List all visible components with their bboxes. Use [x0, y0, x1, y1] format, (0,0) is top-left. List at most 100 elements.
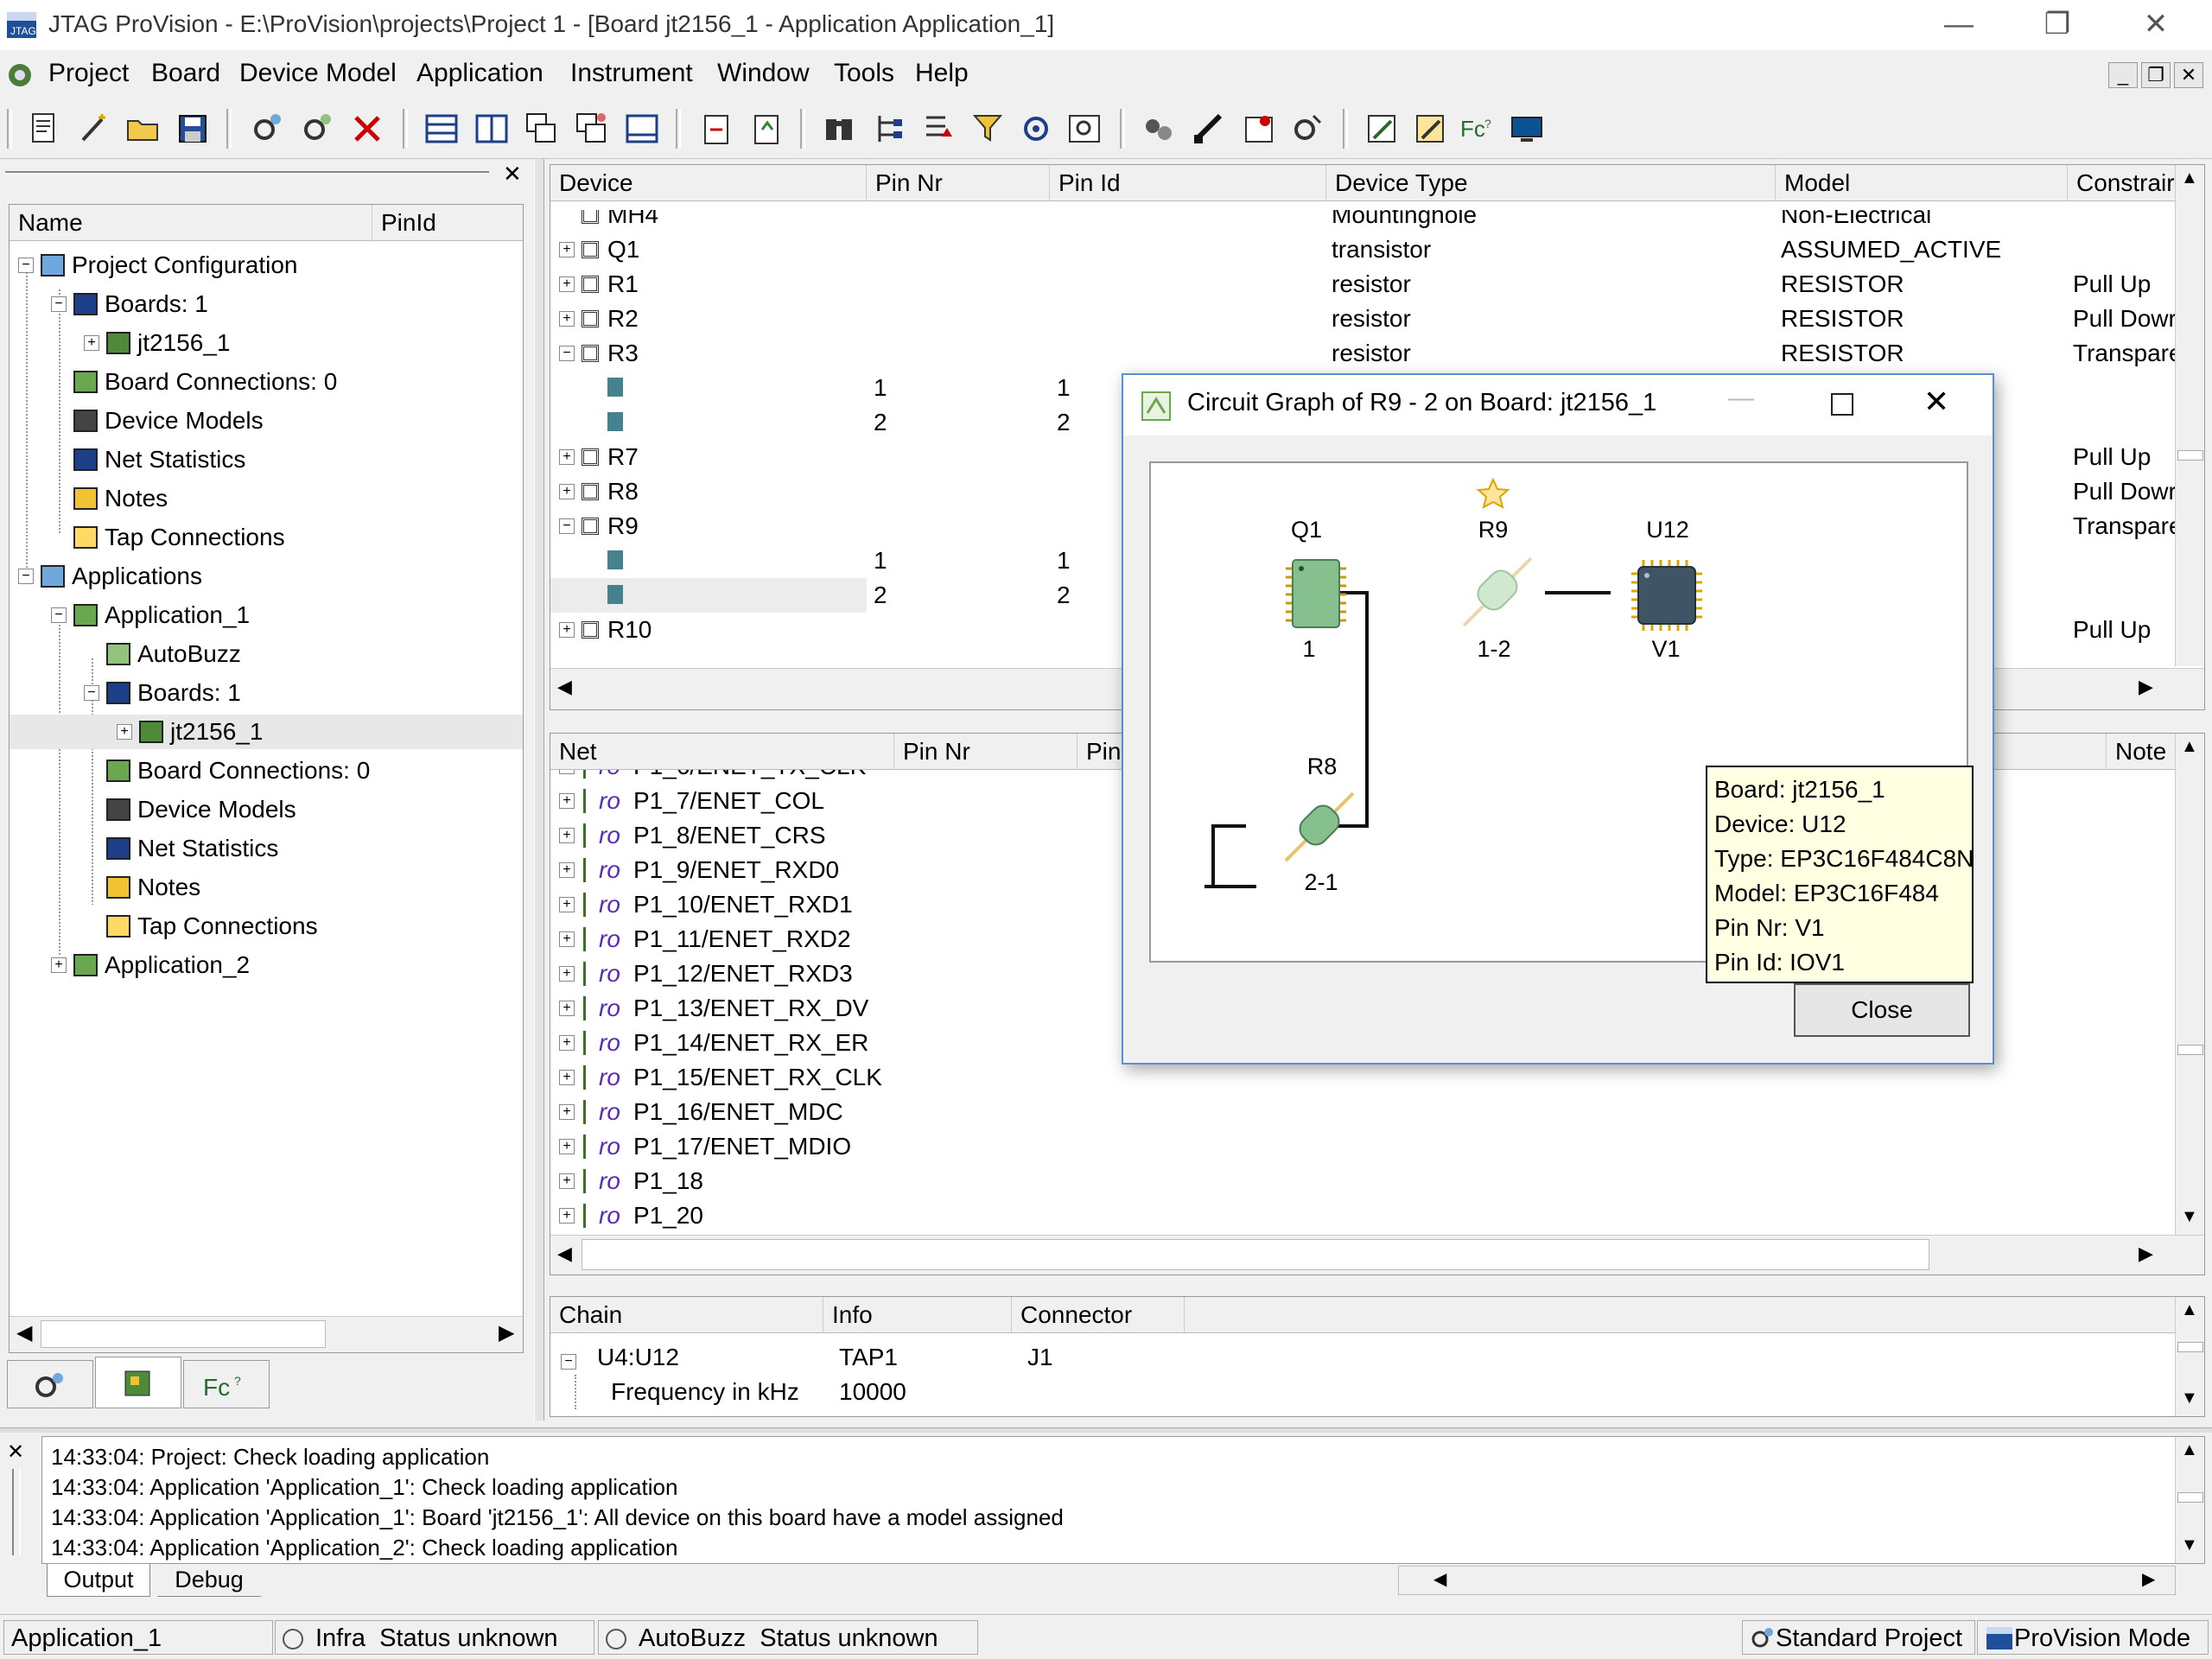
collapse-icon[interactable]: − [84, 685, 99, 701]
column-net-pin-nr[interactable]: Pin Nr [894, 734, 1077, 770]
menu-device-model[interactable]: Device Model [239, 59, 397, 88]
scroll-thumb[interactable] [2177, 450, 2203, 461]
expand-icon[interactable]: + [559, 1139, 575, 1154]
expand-icon[interactable]: + [559, 931, 575, 947]
expand-icon[interactable]: + [117, 724, 132, 740]
scroll-left-icon[interactable]: ◀ [557, 676, 572, 698]
export-icon[interactable] [747, 109, 786, 149]
expand-icon[interactable]: + [559, 828, 575, 843]
scroll-thumb[interactable] [2177, 1492, 2203, 1503]
scroll-up-icon[interactable]: ▲ [2181, 737, 2198, 757]
tile-horizontal-icon[interactable] [422, 109, 461, 149]
tree-node[interactable]: − Project Configuration [10, 248, 523, 283]
wand-icon[interactable] [74, 109, 114, 149]
left-tab-fc[interactable]: Fc? [183, 1360, 270, 1408]
column-chain[interactable]: Chain [550, 1297, 823, 1333]
settings-icon[interactable] [247, 109, 287, 149]
scroll-left-icon[interactable]: ◀ [557, 1243, 572, 1265]
expand-icon[interactable]: + [559, 1104, 575, 1120]
binoculars-icon[interactable] [819, 109, 859, 149]
vertical-splitter[interactable] [534, 159, 544, 1421]
tab-debug[interactable]: Debug [157, 1564, 261, 1597]
cascade-icon[interactable] [522, 109, 562, 149]
expand-icon[interactable]: + [559, 1035, 575, 1051]
minimize-button[interactable]: — [1929, 5, 1989, 45]
scroll-down-icon[interactable]: ▼ [2181, 1389, 2198, 1408]
scroll-right-icon[interactable]: ▶ [2139, 676, 2153, 698]
expand-icon[interactable]: + [559, 1173, 575, 1189]
zoom-window-icon[interactable] [1065, 109, 1104, 149]
menu-help[interactable]: Help [915, 59, 969, 88]
expand-icon[interactable]: + [559, 449, 575, 465]
tree-node[interactable]: Net Statistics [10, 831, 523, 866]
column-pinid[interactable]: PinId [372, 205, 523, 241]
expand-icon[interactable]: + [559, 311, 575, 327]
column-device-type[interactable]: Device Type [1326, 165, 1776, 201]
mdi-minimize-button[interactable]: _ [2108, 62, 2138, 88]
tree-node[interactable]: + jt2156_1 [10, 326, 523, 360]
probe-icon[interactable] [1189, 109, 1229, 149]
scroll-thumb[interactable] [2177, 1045, 2203, 1055]
panel-grip[interactable]: ✕ [5, 161, 527, 188]
dialog-close-icon[interactable]: ✕ [1923, 384, 1949, 420]
tree-node[interactable]: Notes [10, 870, 523, 905]
scroll-left-icon[interactable]: ◀ [1433, 1568, 1446, 1590]
tree-node[interactable]: − Boards: 1 [10, 676, 523, 710]
device-vscrollbar[interactable]: ▲ [2175, 165, 2204, 666]
expand-icon[interactable]: + [559, 862, 575, 878]
table-row[interactable]: + ro P1_16/ENET_MDC [550, 1095, 2175, 1129]
left-tab-board[interactable] [95, 1357, 181, 1408]
fpga-chip-icon[interactable] [1626, 555, 1709, 636]
scroll-down-icon[interactable]: ▼ [2181, 1535, 2198, 1555]
scroll-up-icon[interactable]: ▲ [2181, 168, 2198, 188]
tree-icon[interactable] [869, 109, 909, 149]
collapse-icon[interactable]: − [51, 607, 67, 623]
debug-icon[interactable] [1287, 109, 1327, 149]
left-tab-project[interactable] [7, 1360, 93, 1408]
collapse-icon[interactable]: − [559, 518, 575, 534]
collapse-icon[interactable]: − [559, 346, 575, 361]
scroll-left-icon[interactable]: ◀ [16, 1320, 32, 1345]
close-window-button[interactable]: ✕ [2126, 5, 2186, 45]
run-chain-icon[interactable] [1139, 109, 1179, 149]
menu-application[interactable]: Application [416, 59, 543, 88]
column-pin-nr[interactable]: Pin Nr [867, 165, 1050, 201]
delete-icon[interactable] [347, 109, 387, 149]
expand-icon[interactable]: + [559, 966, 575, 982]
panel-close-icon[interactable]: ✕ [503, 161, 522, 188]
tree-node[interactable]: + jt2156_1 [10, 715, 523, 749]
scroll-right-icon[interactable]: ▶ [499, 1320, 514, 1345]
chain-row[interactable]: − U4:U12 TAP1 J1 [561, 1340, 1598, 1375]
table-row[interactable]: + Q1 transistor ASSUMED_ACTIVE [550, 232, 2175, 267]
fc-icon[interactable]: Fc? [1459, 109, 1498, 149]
tree-node[interactable]: Tap Connections [10, 520, 523, 555]
test-icon[interactable] [1239, 109, 1279, 149]
table-row[interactable]: + ro P1_18 [550, 1164, 2175, 1198]
net-vscrollbar[interactable]: ▲ ▼ [2175, 734, 2204, 1235]
tree-node[interactable]: AutoBuzz [10, 637, 523, 671]
expand-icon[interactable]: + [559, 484, 575, 499]
scroll-up-icon[interactable]: ▲ [2181, 1300, 2198, 1320]
menu-tools[interactable]: Tools [834, 59, 894, 88]
chain-row[interactable]: Frequency in kHz 10000 [561, 1375, 1598, 1409]
mdi-close-button[interactable]: ✕ [2174, 62, 2203, 88]
column-constraint[interactable]: Constrair [2068, 165, 2175, 201]
table-row[interactable]: + ro P1_17/ENET_MDIO [550, 1129, 2175, 1164]
menu-board[interactable]: Board [151, 59, 220, 88]
menu-instrument[interactable]: Instrument [570, 59, 693, 88]
horizontal-splitter[interactable] [0, 1427, 2212, 1433]
tree-node[interactable]: Net Statistics [10, 442, 523, 477]
collapse-icon[interactable]: − [561, 1354, 576, 1370]
window-icon[interactable] [622, 109, 662, 149]
table-row[interactable]: + R2 resistor RESISTOR Pull Dowr [550, 302, 2175, 336]
transistor-chip-icon[interactable] [1281, 556, 1351, 631]
settings-add-icon[interactable] [297, 109, 337, 149]
tree-node[interactable]: Tap Connections [10, 909, 523, 944]
expand-icon[interactable]: + [559, 1070, 575, 1085]
list-filter-icon[interactable] [919, 109, 959, 149]
table-row[interactable]: MH4 Mountinghole Non-Electrical [550, 210, 2175, 232]
edit-script-icon[interactable] [1410, 109, 1450, 149]
scroll-right-icon[interactable]: ▶ [2139, 1243, 2153, 1265]
menu-project[interactable]: Project [48, 59, 129, 88]
import-icon[interactable] [696, 109, 736, 149]
